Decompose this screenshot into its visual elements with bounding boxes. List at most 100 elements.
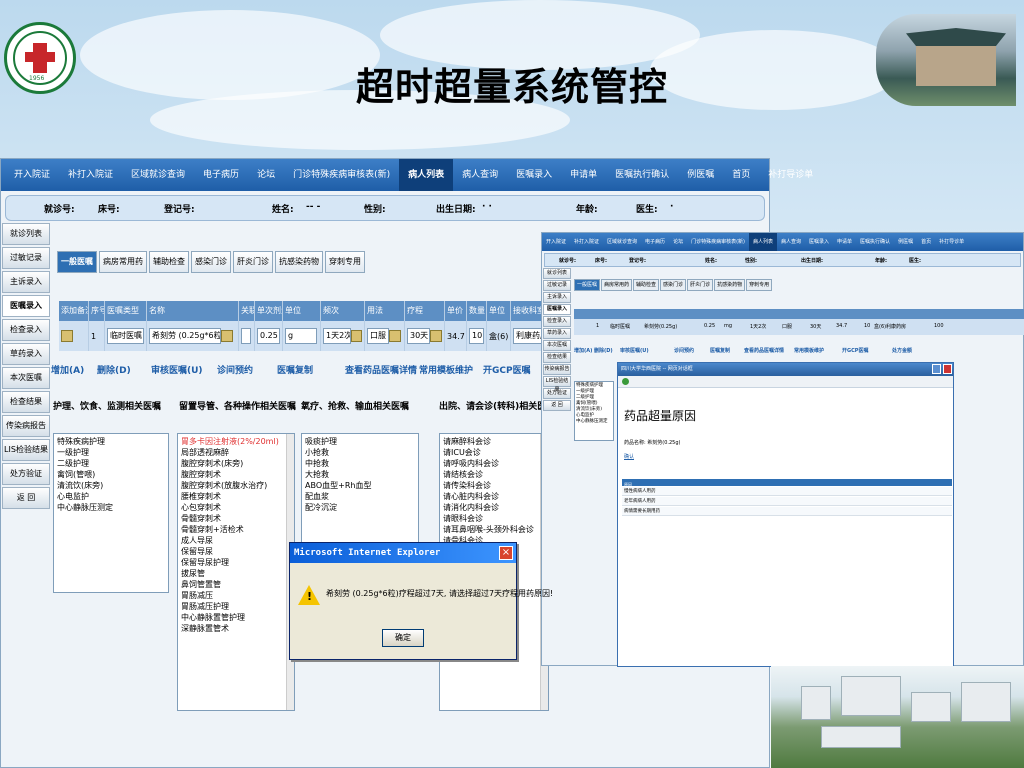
tab-item[interactable]: 辅助检查	[149, 251, 189, 273]
list-item[interactable]: 中心静脉压测定	[57, 502, 165, 513]
link-field[interactable]	[241, 328, 251, 344]
nav-item[interactable]: 申请单	[561, 159, 606, 191]
nav-item[interactable]: 门诊特殊疾病审核表(新)	[284, 159, 399, 191]
route-lookup-icon[interactable]	[389, 330, 401, 342]
sidebar-item[interactable]: 过敏记录	[543, 280, 571, 291]
list-item[interactable]: 配冷沉淀	[305, 502, 415, 513]
sidebar-item[interactable]: 主诉录入	[2, 271, 50, 293]
dose-field[interactable]: 0.25	[257, 328, 280, 344]
nav-item[interactable]: 补打入院证	[59, 159, 122, 191]
list-item[interactable]: 保留导尿	[181, 546, 291, 557]
list-item[interactable]: 保留导尿护理	[181, 557, 291, 568]
list-item[interactable]: 心电监护	[57, 491, 165, 502]
list-item[interactable]: 骨髓穿刺术	[181, 513, 291, 524]
tab-item[interactable]: 病房常用药	[99, 251, 147, 273]
list-item[interactable]: 一级护理	[57, 447, 165, 458]
list-item[interactable]: 深静脉置管术	[181, 623, 291, 634]
refresh-icon[interactable]	[622, 378, 629, 385]
list-item[interactable]: ABO血型+Rh血型	[305, 480, 415, 491]
list-item[interactable]: 骨髓穿刺+活检术	[181, 524, 291, 535]
nav-item[interactable]: 开入院证	[5, 159, 59, 191]
frequency-lookup-icon[interactable]	[351, 330, 362, 342]
nav-item[interactable]: 医嘱录入	[507, 159, 561, 191]
drug-name-field[interactable]: 希刻劳 (0.25g*6粒)	[149, 328, 221, 344]
sidebar-item[interactable]: 检查录入	[543, 316, 571, 327]
ok-button[interactable]: 确定	[382, 629, 424, 647]
list-item[interactable]: 请消化内科会诊	[443, 502, 545, 513]
nav-item[interactable]: 首页	[723, 159, 759, 191]
op-button[interactable]: 增加(A)	[574, 347, 592, 354]
sidebar-item[interactable]: 草药录入	[543, 328, 571, 339]
sidebar-item[interactable]: 就诊列表	[2, 223, 50, 245]
list-item[interactable]: 中心静脉置管护理	[181, 612, 291, 623]
edit-note-icon[interactable]	[61, 330, 73, 342]
list-item[interactable]: 拔尿管	[181, 568, 291, 579]
sidebar-item[interactable]: 处方验证	[2, 463, 50, 485]
course-field[interactable]: 30天	[407, 328, 431, 344]
list-item[interactable]: 请麻醉科会诊	[443, 436, 545, 447]
nav-item[interactable]: 首页	[917, 233, 935, 251]
op-button[interactable]: 常用模板维护	[794, 347, 824, 354]
sidebar-item[interactable]: LIS检验结果	[2, 439, 50, 461]
tab-item[interactable]: 肝炎门诊	[233, 251, 273, 273]
tab-item[interactable]: 辅助检查	[633, 279, 660, 291]
sidebar-item[interactable]: 返 回	[543, 400, 571, 411]
sidebar-item[interactable]: 检查录入	[2, 319, 50, 341]
op-button[interactable]: 开GCP医嘱	[483, 363, 531, 376]
sidebar-item[interactable]: 传染病报告	[2, 415, 50, 437]
nav-item[interactable]: 申请单	[833, 233, 856, 251]
list-item[interactable]: 清流饮(床旁)	[57, 480, 165, 491]
op-button[interactable]: 查看药品医嘱详情	[345, 363, 417, 376]
list-item[interactable]: 局部透视麻醉	[181, 447, 291, 458]
list-item[interactable]: 请传染科会诊	[443, 480, 545, 491]
sidebar-item[interactable]: 医嘱录入	[543, 304, 571, 315]
nav-item[interactable]: 论坛	[669, 233, 687, 251]
list-item[interactable]: 吸痰护理	[305, 436, 415, 447]
list-item[interactable]: 请眼科会诊	[443, 513, 545, 524]
confirm-link[interactable]: 确认	[624, 453, 634, 460]
list-item[interactable]: 胃多卡因注射液(2%/20ml)	[181, 436, 291, 447]
list-item[interactable]: 小抢救	[305, 447, 415, 458]
list-item[interactable]: 成人导尿	[181, 535, 291, 546]
nav-item[interactable]: 门诊特殊疾病审核表(新)	[687, 233, 749, 251]
list-item[interactable]: 配血浆	[305, 491, 415, 502]
tab-item[interactable]: 肝炎门诊	[687, 279, 714, 291]
op-button[interactable]: 诊间预约	[674, 347, 694, 354]
op-button[interactable]: 医嘱复制	[710, 347, 730, 354]
close-icon[interactable]	[943, 364, 952, 374]
unit-select[interactable]: g	[285, 328, 317, 344]
nav-item[interactable]: 补打导诊单	[935, 233, 968, 251]
tab-item[interactable]: 穿刺专用	[325, 251, 365, 273]
tab-item[interactable]: 感染门诊	[660, 279, 687, 291]
sidebar-item[interactable]: 本次医嘱	[543, 340, 571, 351]
list-item[interactable]: 胃肠减压护理	[181, 601, 291, 612]
nav-item[interactable]: 病人查询	[453, 159, 507, 191]
help-icon[interactable]	[932, 364, 941, 374]
list-item[interactable]: 中抢救	[305, 458, 415, 469]
op-button[interactable]: 查看药品医嘱详情	[744, 347, 784, 354]
sidebar-item[interactable]: 检查结果	[543, 352, 571, 363]
list-item[interactable]: 心包穿刺术	[181, 502, 291, 513]
nav-item[interactable]: 病人查询	[777, 233, 805, 251]
reason-item[interactable]: 老年病病人用药	[622, 497, 952, 506]
nav-item[interactable]: 病人列表	[399, 159, 454, 191]
sidebar-item[interactable]: 主诉录入	[543, 292, 571, 303]
reason-item[interactable]: 病情需要长期用药	[622, 507, 952, 516]
sidebar-item[interactable]: 过敏记录	[2, 247, 50, 269]
list-item[interactable]: 请结核会诊	[443, 469, 545, 480]
nav-item[interactable]: 补打入院证	[570, 233, 603, 251]
nav-item[interactable]: 医嘱录入	[805, 233, 833, 251]
op-button[interactable]: 常用模板维护	[419, 363, 473, 376]
nursing-order-list[interactable]: 特殊疾病护理 一级护理 二级护理 禽饲(管喂) 清流饮(床旁) 心电监护 中心静脉压测定	[53, 433, 169, 593]
op-button[interactable]: 诊间预约	[217, 363, 253, 376]
list-item[interactable]: 胃肠减压	[181, 590, 291, 601]
list-item[interactable]: 特殊疾病护理	[57, 436, 165, 447]
table-row[interactable]: 1 临时医嘱 希刻劳 (0.25g*6粒) 0.25 g 1天2次 口服 30天…	[59, 321, 559, 351]
frequency-field[interactable]: 1天2次	[323, 328, 352, 344]
op-button[interactable]: 增加(A)	[51, 363, 84, 376]
nursing-order-list-2[interactable]: 特殊疾病护理 一级护理 二级护理 禽饲(管喂) 清流饮(床旁) 心电监护 中心静脉压测定	[574, 381, 614, 441]
op-button[interactable]: 处方金额	[892, 347, 912, 354]
sidebar-item[interactable]: 本次医嘱	[2, 367, 50, 389]
tab-item[interactable]: 一般医嘱	[574, 279, 601, 291]
sidebar-item[interactable]: LIS检验结果	[543, 376, 571, 393]
